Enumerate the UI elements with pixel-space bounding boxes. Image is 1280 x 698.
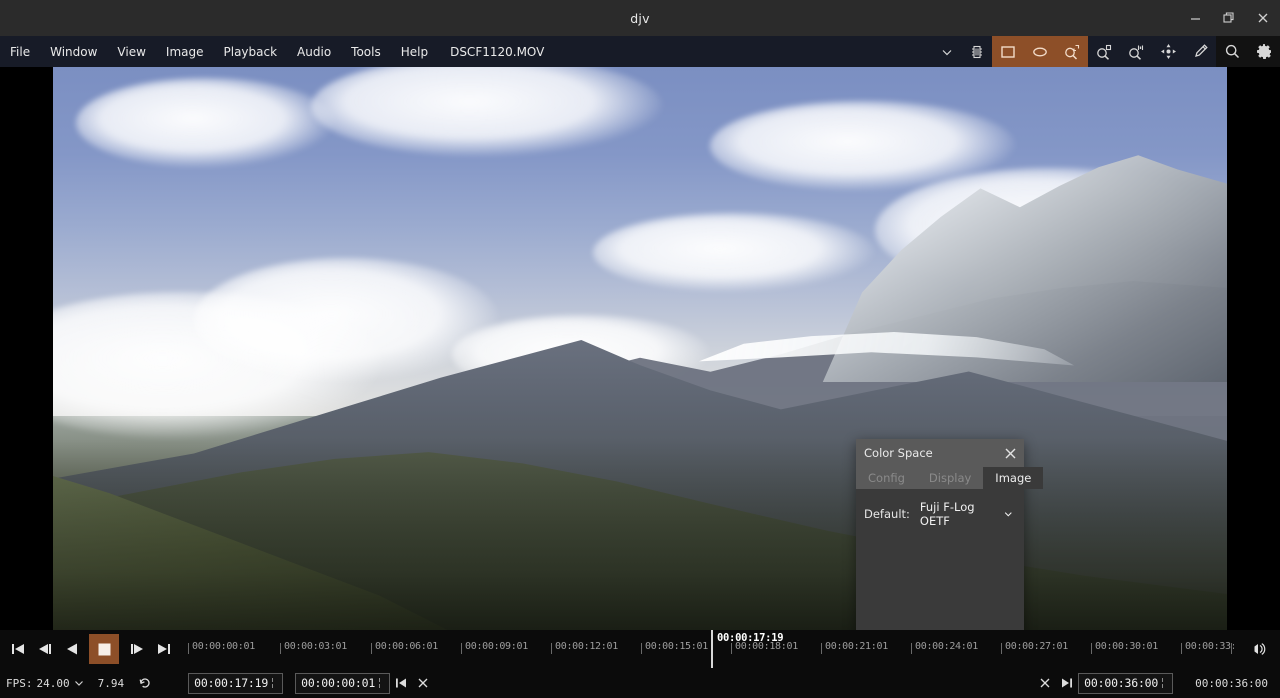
loop-icon[interactable] bbox=[134, 672, 156, 694]
close-icon[interactable] bbox=[996, 439, 1024, 467]
transport-controls bbox=[0, 630, 177, 668]
out-point-spinner[interactable] bbox=[1162, 678, 1167, 688]
clear-out-point-icon[interactable] bbox=[1034, 672, 1056, 694]
close-button[interactable] bbox=[1246, 0, 1280, 36]
out-point-icon[interactable] bbox=[1056, 672, 1078, 694]
menu-tools[interactable]: Tools bbox=[341, 36, 391, 67]
reverse-play-button[interactable] bbox=[58, 634, 85, 664]
timeline-tick: 00:00:21:01 bbox=[821, 638, 888, 668]
bottom-bar: 00:00:00:01 00:00:03:01 00:00:06:01 00:0… bbox=[0, 630, 1280, 698]
fps-label: FPS: bbox=[6, 676, 33, 690]
timeline-tick: 00:00:24:01 bbox=[911, 638, 978, 668]
menu-window[interactable]: Window bbox=[40, 36, 107, 67]
cloud-shape bbox=[76, 78, 335, 169]
color-space-panel-header[interactable]: Color Space bbox=[856, 439, 1024, 467]
current-timecode-field[interactable]: 00:00:17:19 bbox=[188, 672, 284, 694]
color-space-panel-body: Default: Fuji F-Log OETF bbox=[856, 489, 1024, 625]
menu-image[interactable]: Image bbox=[156, 36, 214, 67]
search-icon[interactable] bbox=[1216, 36, 1248, 67]
status-bar: FPS: 24.00 7.94 00:00:17:19 00:00:00:01 … bbox=[0, 668, 1280, 698]
timeline-tick: 00:00:06:01 bbox=[371, 638, 438, 668]
zoom-reset-icon[interactable] bbox=[1056, 36, 1088, 67]
video-frame[interactable] bbox=[53, 67, 1227, 630]
clear-in-point-icon[interactable] bbox=[412, 672, 434, 694]
duration-value: 00:00:36:00 bbox=[1195, 676, 1268, 690]
timeline-tick: 00:00:00:01 bbox=[188, 638, 255, 668]
chevron-down-icon bbox=[1005, 512, 1013, 517]
timeline-ruler[interactable]: 00:00:00:01 00:00:03:01 00:00:06:01 00:0… bbox=[180, 630, 1234, 668]
current-time-indicator: 00:00:17:19 bbox=[717, 632, 784, 644]
cloud-shape bbox=[193, 258, 500, 383]
timeline-tick: 00:00:30:01 bbox=[1091, 638, 1158, 668]
fps-value: 24.00 bbox=[36, 676, 70, 690]
go-to-start-button[interactable] bbox=[4, 634, 31, 664]
menu-audio[interactable]: Audio bbox=[287, 36, 341, 67]
timeline-tick: 00:00:15:01 bbox=[641, 638, 708, 668]
ellipse-icon[interactable] bbox=[1024, 36, 1056, 67]
default-color-space-row: Default: Fuji F-Log OETF bbox=[864, 499, 1016, 529]
title-bar: djv bbox=[0, 0, 1280, 36]
previous-frame-button[interactable] bbox=[31, 634, 58, 664]
window-controls bbox=[1178, 0, 1280, 36]
cloud-shape bbox=[593, 213, 875, 293]
timeline-tick: 00:00:03:01 bbox=[280, 638, 347, 668]
go-to-end-button[interactable] bbox=[150, 634, 177, 664]
video-viewport[interactable]: Color Space Config Display Image Default… bbox=[0, 67, 1280, 630]
pan-icon[interactable] bbox=[1152, 36, 1184, 67]
audio-icon[interactable] bbox=[1242, 634, 1276, 664]
timeline-playhead[interactable] bbox=[711, 630, 713, 668]
timeline-tick: 00:00:09:01 bbox=[461, 638, 528, 668]
memory-icon[interactable] bbox=[962, 36, 992, 67]
color-space-panel-title: Color Space bbox=[864, 446, 933, 460]
zoom-in-icon[interactable] bbox=[1088, 36, 1120, 67]
default-color-space-select[interactable]: Fuji F-Log OETF bbox=[918, 499, 1016, 529]
timeline-tick bbox=[1231, 638, 1234, 668]
menu-items: File Window View Image Playback Audio To… bbox=[0, 36, 554, 67]
timeline-tick: 00:00:12:01 bbox=[551, 638, 618, 668]
tab-config[interactable]: Config bbox=[856, 467, 917, 489]
valley-shadow bbox=[53, 438, 1227, 630]
out-point-field[interactable]: 00:00:36:00 bbox=[1078, 672, 1174, 694]
timecode-spinner[interactable] bbox=[272, 678, 277, 688]
fps-dropdown-chevron-down-icon[interactable] bbox=[70, 672, 88, 694]
color-space-panel[interactable]: Color Space Config Display Image Default… bbox=[856, 439, 1044, 630]
menu-help[interactable]: Help bbox=[391, 36, 438, 67]
in-point-field[interactable]: 00:00:00:01 bbox=[295, 672, 391, 694]
menu-bar: File Window View Image Playback Audio To… bbox=[0, 36, 1280, 67]
in-point-icon[interactable] bbox=[390, 672, 412, 694]
out-point-value: 00:00:36:00 bbox=[1084, 676, 1159, 690]
menu-view[interactable]: View bbox=[107, 36, 155, 67]
in-point-spinner[interactable] bbox=[379, 678, 384, 688]
color-space-tabs: Config Display Image bbox=[856, 467, 1044, 489]
minimize-button[interactable] bbox=[1178, 0, 1212, 36]
menu-playback[interactable]: Playback bbox=[214, 36, 288, 67]
toolbar bbox=[932, 36, 1280, 67]
frame-store-icon[interactable] bbox=[992, 36, 1024, 67]
tab-display[interactable]: Display bbox=[917, 467, 983, 489]
tab-image[interactable]: Image bbox=[983, 467, 1044, 489]
forward-play-button[interactable] bbox=[123, 634, 150, 664]
current-timecode-value: 00:00:17:19 bbox=[194, 676, 269, 690]
settings-icon[interactable] bbox=[1248, 36, 1280, 67]
menu-file[interactable]: File bbox=[0, 36, 40, 67]
djv-video-player-window: djv File Window View Image Playback Audi… bbox=[0, 0, 1280, 698]
stop-button[interactable] bbox=[89, 634, 119, 664]
color-picker-icon[interactable] bbox=[1184, 36, 1216, 67]
zoom-fit-icon[interactable] bbox=[1120, 36, 1152, 67]
default-color-space-value: Fuji F-Log OETF bbox=[919, 500, 975, 528]
maximize-button[interactable] bbox=[1212, 0, 1246, 36]
timeline-tick: 00:00:33:01 bbox=[1181, 638, 1234, 668]
timeline-tick: 00:00:27:01 bbox=[1001, 638, 1068, 668]
in-point-value: 00:00:00:01 bbox=[301, 676, 376, 690]
actual-fps-value: 7.94 bbox=[97, 676, 125, 690]
current-file-name[interactable]: DSCF1120.MOV bbox=[438, 36, 554, 67]
default-label: Default: bbox=[864, 507, 910, 521]
window-title: djv bbox=[630, 10, 650, 26]
chevron-down-icon[interactable] bbox=[932, 36, 962, 67]
